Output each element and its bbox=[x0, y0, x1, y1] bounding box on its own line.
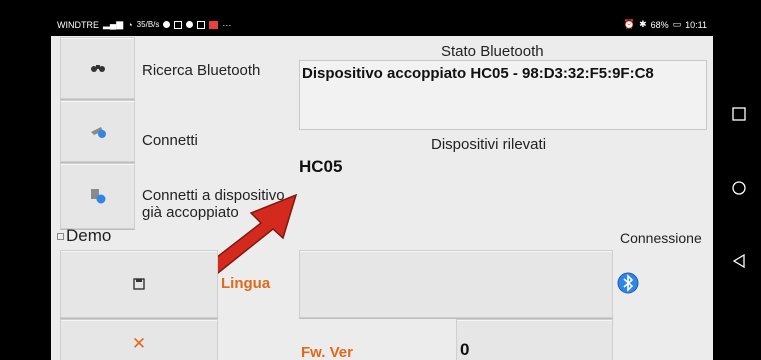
clock: 10:11 bbox=[685, 19, 707, 30]
bluetooth-connection-icon[interactable] bbox=[617, 272, 639, 294]
plug-icon bbox=[90, 127, 106, 138]
whatsapp-icon bbox=[163, 21, 171, 28]
app-notification-icon bbox=[209, 20, 219, 29]
cancel-button[interactable]: ✕ bbox=[60, 319, 218, 360]
devices-title: Dispositivi rilevati bbox=[431, 136, 547, 153]
connect-paired-button[interactable] bbox=[60, 163, 135, 229]
home-icon[interactable] bbox=[732, 181, 746, 195]
gallery-icon bbox=[197, 20, 206, 29]
bluetooth-status-icon: ✱ bbox=[639, 19, 647, 29]
bluetooth-status-value: Dispositivo accoppiato HC05 - 98:D3:32:F… bbox=[302, 65, 654, 82]
device-item-hc05[interactable]: HC05 bbox=[299, 157, 342, 177]
language-select[interactable] bbox=[299, 250, 613, 318]
search-bluetooth-button[interactable] bbox=[60, 37, 135, 99]
notification-icon bbox=[174, 20, 183, 29]
battery-level: 68% bbox=[650, 19, 669, 30]
carrier-name: WINDTRE bbox=[57, 19, 99, 30]
fw-version-value: 0 bbox=[460, 340, 470, 359]
fw-version-field: 0 bbox=[456, 319, 613, 360]
network-speed: 35/B/s bbox=[136, 20, 160, 29]
signal-icon: ▂▄▆ bbox=[103, 19, 124, 29]
close-icon: ✕ bbox=[131, 334, 147, 353]
battery-icon: ▭ bbox=[672, 19, 682, 29]
demo-checkbox[interactable] bbox=[57, 233, 64, 241]
facebook-icon bbox=[186, 21, 194, 28]
bluetooth-status-box: Dispositivo accoppiato HC05 - 98:D3:32:F… bbox=[299, 60, 707, 130]
fw-version-label: Fw. Ver bbox=[301, 344, 353, 360]
wifi-icon: ◔ bbox=[127, 19, 133, 30]
alarm-icon: ⏰ bbox=[623, 19, 636, 29]
connection-label: Connessione bbox=[620, 230, 702, 246]
connect-label: Connetti bbox=[142, 132, 198, 149]
back-icon[interactable] bbox=[732, 254, 746, 268]
language-label: Lingua bbox=[221, 275, 271, 292]
more-notifications-icon: ··· bbox=[222, 19, 232, 30]
paired-device-icon bbox=[90, 189, 105, 204]
navigation-bar bbox=[713, 0, 761, 360]
recent-apps-icon[interactable] bbox=[732, 107, 746, 121]
status-bar: WINDTRE ▂▄▆ ◔ 35/B/s ··· ⏰ ✱ 68% ▭ 10:11 bbox=[51, 13, 713, 36]
demo-label: Demo bbox=[57, 227, 111, 244]
save-icon bbox=[133, 278, 145, 290]
connect-button[interactable] bbox=[60, 100, 135, 162]
app-screen: WINDTRE ▂▄▆ ◔ 35/B/s ··· ⏰ ✱ 68% ▭ 10:11… bbox=[51, 13, 713, 360]
search-bluetooth-label: Ricerca Bluetooth bbox=[142, 62, 261, 79]
bluetooth-status-title: Stato Bluetooth bbox=[441, 43, 544, 60]
binoculars-icon bbox=[90, 65, 105, 72]
save-button[interactable] bbox=[60, 250, 218, 318]
